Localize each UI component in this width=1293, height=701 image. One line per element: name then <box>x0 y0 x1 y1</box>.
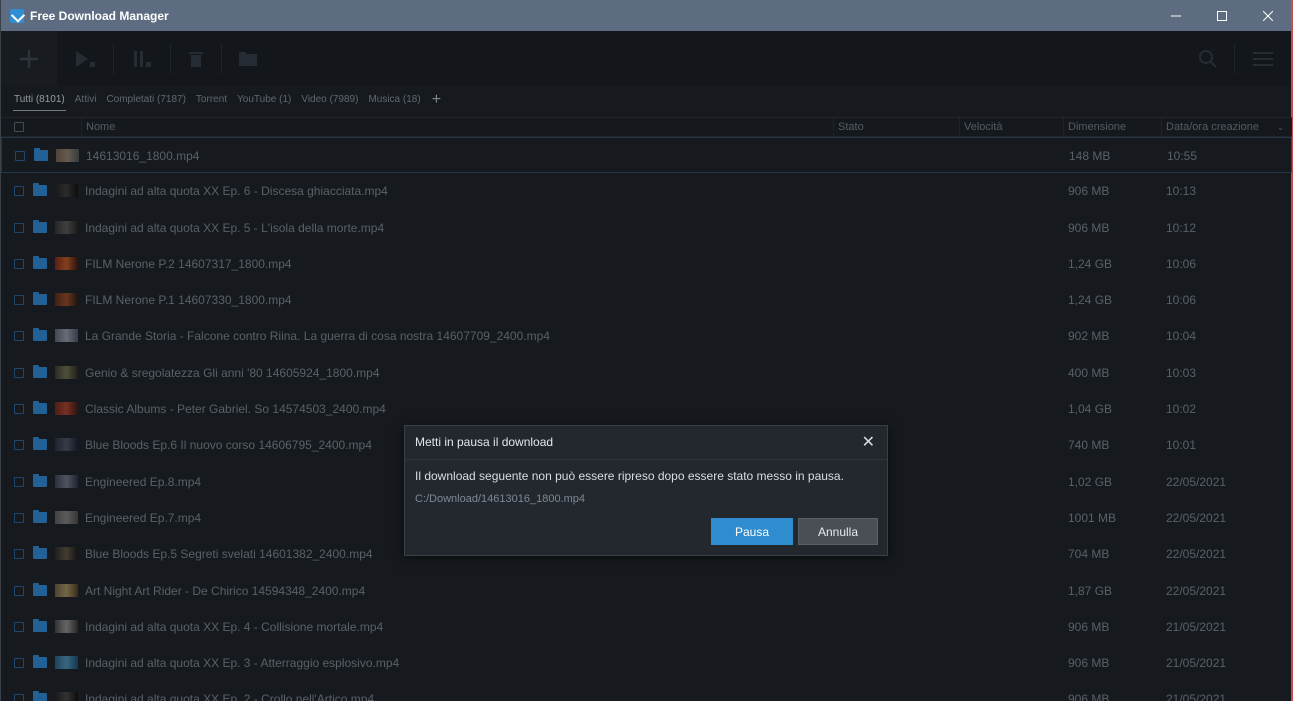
dialog-file-path: C:/Download/14613016_1800.mp4 <box>415 493 586 505</box>
close-button[interactable] <box>1245 0 1291 31</box>
dialog-title: Metti in pausa il download <box>415 435 554 449</box>
minimize-icon <box>1171 15 1181 16</box>
maximize-icon <box>1217 10 1227 21</box>
title-bar: Free Download Manager <box>1 0 1291 31</box>
app-logo-icon <box>10 8 24 23</box>
dialog-divider <box>405 459 887 460</box>
app-window: Free Download Manager Tutti (8101) Attiv… <box>0 0 1293 701</box>
pause-button[interactable]: Pausa <box>711 518 793 545</box>
close-icon <box>1263 10 1273 21</box>
window-controls <box>1153 0 1291 31</box>
cancel-button[interactable]: Annulla <box>798 518 878 545</box>
dialog-close-icon[interactable]: ✕ <box>862 432 875 452</box>
modal-backdrop <box>1 31 1291 701</box>
maximize-button[interactable] <box>1199 0 1245 31</box>
window-title: Free Download Manager <box>30 8 169 23</box>
minimize-button[interactable] <box>1153 0 1199 31</box>
dialog-message: Il download seguente non può essere ripr… <box>415 469 844 483</box>
pause-dialog: Metti in pausa il download ✕ Il download… <box>404 425 888 556</box>
